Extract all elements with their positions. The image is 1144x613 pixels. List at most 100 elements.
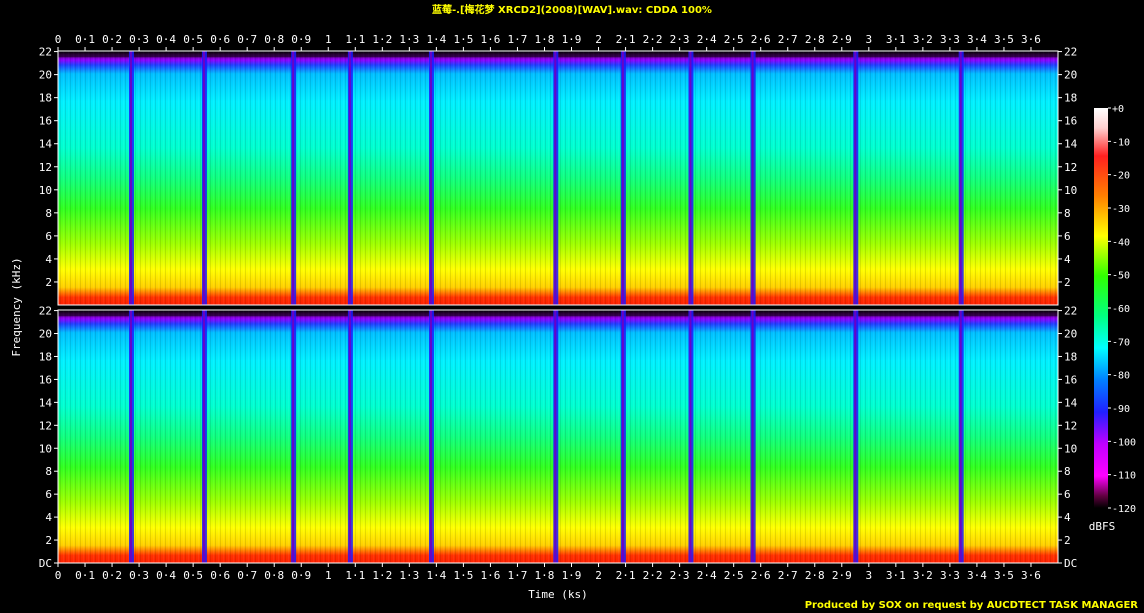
track-gap-core: [554, 310, 557, 563]
x-tick-label: 2·9: [832, 33, 852, 46]
track-gap-core: [202, 51, 205, 305]
y-tick-label: 6: [1064, 230, 1071, 243]
x-tick-label: 2·3: [670, 33, 690, 46]
track-gap-core: [429, 51, 432, 305]
colorbar-tick-label: -40: [1112, 237, 1130, 248]
x-tick-label: 0·4: [156, 33, 176, 46]
track-gap-core: [621, 310, 624, 563]
x-tick-label: 1·8: [535, 569, 555, 582]
y-tick-label: 10: [1064, 184, 1077, 197]
colorbar-tick-label: +0: [1112, 104, 1124, 115]
colorbar-tick-label: -80: [1112, 371, 1130, 382]
spectrogram-panel-left: [57, 50, 1059, 306]
x-tick-label: 0·8: [264, 33, 284, 46]
y-tick-label: 18: [1064, 350, 1077, 363]
x-tick-label: 3·3: [940, 569, 960, 582]
x-tick-label: 2·2: [643, 569, 663, 582]
x-tick-label: 1: [325, 33, 332, 46]
x-tick-label: 3: [865, 569, 872, 582]
track-gap-core: [959, 51, 962, 305]
y-tick-label: 14: [1064, 138, 1078, 151]
x-tick-label: 3·2: [913, 33, 933, 46]
x-tick-label: 0·2: [102, 33, 122, 46]
x-tick-label: 3: [865, 33, 872, 46]
x-tick-label: 1: [325, 569, 332, 582]
y-tick-label: 16: [39, 373, 52, 386]
y-tick-label: 16: [1064, 373, 1077, 386]
x-tick-label: 0·6: [210, 569, 230, 582]
colorbar-tick-label: -120: [1112, 504, 1136, 515]
x-tick-label: 1·3: [399, 33, 419, 46]
track-gap-core: [689, 310, 692, 563]
x-tick-label: 2·7: [778, 33, 798, 46]
x-tick-label: 2·4: [697, 569, 717, 582]
y-tick-label: 12: [39, 161, 52, 174]
x-tick-label: 3·1: [886, 569, 906, 582]
x-tick-label: 1·5: [453, 569, 473, 582]
y-tick-label: 12: [1064, 161, 1077, 174]
track-gap-core: [854, 310, 857, 563]
x-tick-label: 0·3: [129, 569, 149, 582]
y-tick-label: 8: [45, 207, 52, 220]
y-tick-label: 6: [45, 230, 52, 243]
x-tick-label: 2·4: [697, 33, 717, 46]
y-tick-label: 16: [1064, 115, 1077, 128]
y-tick-label: 2: [1064, 276, 1071, 289]
footer-credit: Produced by SOX on request by AUCDTECT T…: [804, 600, 1138, 611]
y-tick-label: 10: [1064, 442, 1077, 455]
spectrogram-panel-right: [57, 309, 1059, 564]
spectrogram-chart: 2 24 46 68 810 1012 1214 1416 1618 1820 2022 22DC DC…: [10, 33, 1136, 601]
y-tick-label: 20: [39, 328, 52, 341]
y-tick-label: 2: [45, 534, 52, 547]
track-gap-core: [129, 310, 132, 563]
x-tick-label: 0·3: [129, 33, 149, 46]
x-tick-label: 0·2: [102, 569, 122, 582]
x-tick-label: 2·7: [778, 569, 798, 582]
y-tick-label: 2: [1064, 534, 1071, 547]
y-tick-label: DC: [1064, 557, 1077, 570]
x-tick-label: 1·6: [480, 33, 500, 46]
x-tick-label: 3·6: [1021, 569, 1041, 582]
x-tick-label: 2·3: [670, 569, 690, 582]
x-tick-label: 2·1: [616, 569, 636, 582]
y-tick-label: 22: [39, 305, 52, 318]
x-tick-label: 0·8: [264, 569, 284, 582]
x-tick-label: 3·2: [913, 569, 933, 582]
x-tick-label: 1·2: [372, 569, 392, 582]
y-tick-label: 20: [39, 69, 52, 82]
x-tick-label: 0·1: [75, 569, 95, 582]
x-tick-label: 0: [55, 33, 62, 46]
x-tick-label: 0·4: [156, 569, 176, 582]
y-tick-label: 8: [45, 465, 52, 478]
y-tick-label: 12: [39, 419, 52, 432]
x-tick-label: 1·9: [562, 569, 582, 582]
y-tick-label: 22: [39, 46, 52, 59]
x-tick-label: 1·8: [535, 33, 555, 46]
x-tick-label: 2: [595, 569, 602, 582]
track-gap-core: [959, 310, 962, 563]
y-tick-label: 22: [1064, 305, 1077, 318]
y-tick-label: 14: [39, 138, 53, 151]
x-tick-label: 1·7: [508, 569, 528, 582]
y-tick-label: 20: [1064, 328, 1077, 341]
track-gap-core: [348, 51, 351, 305]
track-gap-core: [292, 51, 295, 305]
x-tick-label: 1·1: [345, 33, 365, 46]
y-tick-label: 18: [39, 350, 52, 363]
y-tick-label: 2: [45, 276, 52, 289]
colorbar-label: dBFS: [1089, 520, 1116, 533]
colorbar: [1094, 108, 1108, 508]
x-tick-label: 0·9: [291, 33, 311, 46]
track-gap-core: [554, 51, 557, 305]
x-tick-label: 1·5: [453, 33, 473, 46]
colorbar-tick-label: -20: [1112, 171, 1130, 182]
y-tick-label: 20: [1064, 69, 1077, 82]
y-tick-label: 16: [39, 115, 52, 128]
colorbar-tick-label: -100: [1112, 437, 1136, 448]
track-gap-core: [621, 51, 624, 305]
colorbar-tick-label: -70: [1112, 337, 1130, 348]
x-tick-label: 3·1: [886, 33, 906, 46]
x-tick-label: 1·6: [480, 569, 500, 582]
track-gap-core: [129, 51, 132, 305]
x-tick-label: 1·1: [345, 569, 365, 582]
